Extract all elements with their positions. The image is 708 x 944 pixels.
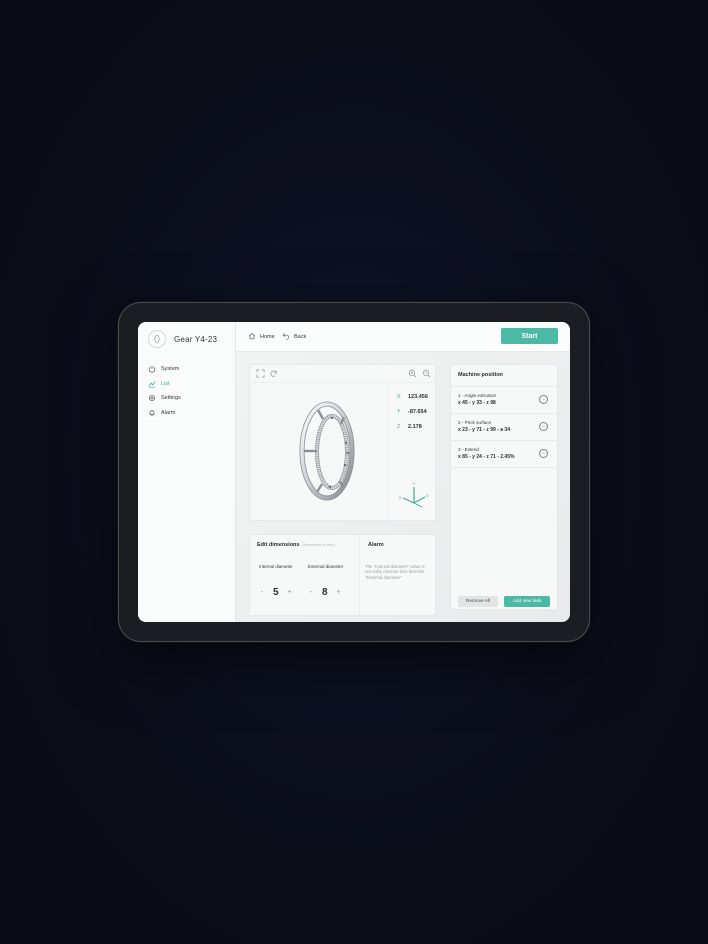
sidebar: Gear Y4-23 System List Settings Alarm xyxy=(138,322,236,622)
task-coords: x 45 - y 33 - z 98 xyxy=(458,400,496,406)
external-diameter-label: External diameter xyxy=(308,564,344,569)
edit-dimensions-title: Edit dimensions (Measured in mm) xyxy=(257,542,335,548)
model-viewer: X 123.456 Y -87.654 Z 2.178 Y X Z xyxy=(249,364,437,522)
task-item[interactable]: 1 - Angle extrusion x 45 - y 33 - z 98 − xyxy=(451,387,557,414)
dimensions-card: Edit dimensions (Measured in mm) Internal… xyxy=(249,534,436,616)
sidebar-item-label: Alarm xyxy=(161,409,176,416)
sidebar-item-label: System xyxy=(161,366,180,373)
task-coords: x 23 - y 71 - z 99 - a 34 xyxy=(458,427,510,433)
sidebar-item-label: List xyxy=(161,380,170,387)
task-coords: x 85 - y 24 - z 71 - 2.45% xyxy=(458,454,515,460)
gear-icon xyxy=(148,394,156,402)
model-canvas[interactable] xyxy=(250,383,388,522)
axis-gizmo-icon: Y X Z xyxy=(399,481,429,508)
back-label: Back xyxy=(294,334,307,340)
alarm-message: The "Internal diameter" value is not val… xyxy=(365,564,425,580)
internal-diameter-label: Internal diameter xyxy=(259,564,293,569)
coordinate-x: X 123.456 xyxy=(397,394,428,400)
gear-logo-icon xyxy=(148,330,166,348)
decrement-button[interactable]: - xyxy=(259,589,265,596)
home-icon xyxy=(248,332,256,342)
axis-label-x: X xyxy=(399,495,402,500)
sidebar-item-alarm[interactable]: Alarm xyxy=(148,406,181,421)
remove-task-icon[interactable]: − xyxy=(539,422,548,431)
zoom-in-icon[interactable] xyxy=(408,369,417,378)
task-name: 2 - Prick surface xyxy=(458,420,492,425)
start-button[interactable]: Start xyxy=(501,328,558,344)
remove-all-button[interactable]: Remove All xyxy=(458,596,498,607)
app-screen: Gear Y4-23 System List Settings Alarm Ho… xyxy=(138,322,570,622)
task-name: 3 - Extend xyxy=(458,447,479,452)
axis-label-z: Z xyxy=(426,493,429,498)
gear-model-graphic xyxy=(299,401,355,501)
dimensions-unit-note: (Measured in mm) xyxy=(302,542,335,547)
increment-button[interactable]: + xyxy=(336,589,342,596)
alarm-title: Alarm xyxy=(368,542,384,548)
fullscreen-icon[interactable] xyxy=(256,369,265,378)
bell-icon xyxy=(148,409,156,417)
task-item[interactable]: 3 - Extend x 85 - y 24 - z 71 - 2.45% − xyxy=(451,441,557,468)
home-label: Home xyxy=(260,334,275,340)
internal-diameter-stepper[interactable]: - 5 + xyxy=(259,587,293,598)
viewer-toolbar xyxy=(250,365,435,383)
internal-diameter-value: 5 xyxy=(273,587,279,598)
coordinates-panel: X 123.456 Y -87.654 Z 2.178 Y X Z xyxy=(388,383,437,522)
sidebar-nav: System List Settings Alarm xyxy=(148,362,181,420)
power-icon xyxy=(148,365,156,373)
add-new-task-button[interactable]: Add new task xyxy=(504,596,550,607)
brand: Gear Y4-23 xyxy=(148,328,217,350)
chart-line-icon xyxy=(148,380,156,388)
remove-task-icon[interactable]: − xyxy=(539,449,548,458)
task-item[interactable]: 2 - Prick surface x 23 - y 71 - z 99 - a… xyxy=(451,414,557,441)
axis-label-y: Y xyxy=(413,481,416,486)
home-link[interactable]: Home xyxy=(248,332,275,342)
sidebar-item-list[interactable]: List xyxy=(148,377,181,392)
rotate-icon[interactable] xyxy=(269,369,278,378)
machine-position-panel: Machine position 1 - Angle extrusion x 4… xyxy=(450,364,558,610)
sidebar-item-label: Settings xyxy=(161,395,181,402)
back-arrow-icon xyxy=(282,332,290,342)
external-diameter-value: 8 xyxy=(322,587,328,598)
task-name: 1 - Angle extrusion xyxy=(458,393,497,398)
increment-button[interactable]: + xyxy=(287,589,293,596)
coordinate-z: Z 2.178 xyxy=(397,424,422,430)
sidebar-item-settings[interactable]: Settings xyxy=(148,391,181,406)
app-title: Gear Y4-23 xyxy=(174,334,218,344)
external-diameter-stepper[interactable]: - 8 + xyxy=(308,587,342,598)
zoom-out-icon[interactable] xyxy=(422,369,431,378)
machine-position-title: Machine position xyxy=(458,372,503,378)
topbar: Home Back Start xyxy=(236,322,570,352)
edit-dimensions-panel: Edit dimensions (Measured in mm) Internal… xyxy=(250,535,360,615)
sidebar-item-system[interactable]: System xyxy=(148,362,181,377)
remove-task-icon[interactable]: − xyxy=(539,395,548,404)
back-link[interactable]: Back xyxy=(282,332,306,342)
decrement-button[interactable]: - xyxy=(308,589,314,596)
coordinate-y: Y -87.654 xyxy=(397,409,427,415)
